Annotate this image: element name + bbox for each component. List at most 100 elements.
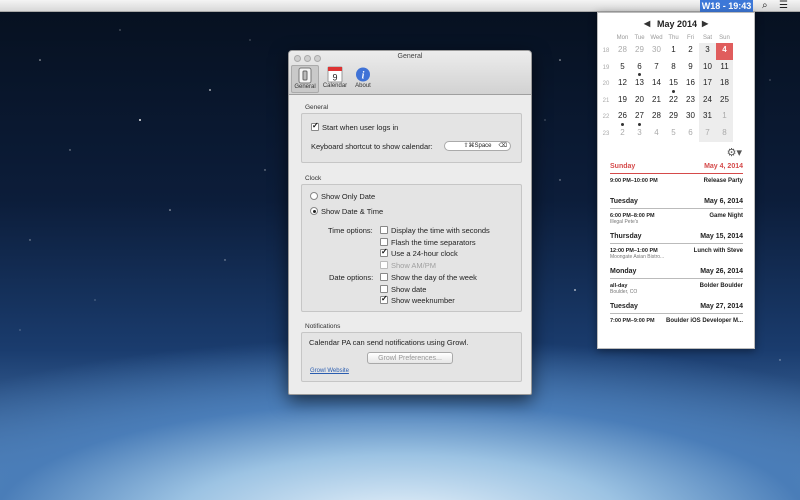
calendar-day-number: 12 <box>618 78 627 87</box>
calendar-day-cell[interactable]: 9 <box>682 60 699 77</box>
calendar-day-cell[interactable]: 30 <box>648 43 665 60</box>
week-number: 22 <box>602 114 610 120</box>
calendar-day-cell[interactable]: 15 <box>665 76 682 93</box>
calendar-day-cell[interactable]: 14 <box>648 76 665 93</box>
calendar-day-cell[interactable]: 2 <box>614 126 631 143</box>
event-weekday: Tuesday <box>610 198 638 205</box>
window-title: General <box>397 53 423 60</box>
event-name: Game Night <box>709 213 743 219</box>
option-checkbox[interactable]: Use a 24-hour clock <box>380 247 458 259</box>
search-icon[interactable]: ⌕ <box>762 1 768 11</box>
event-day-header: Sunday May 4, 2014 <box>610 163 743 174</box>
calendar-day-cell[interactable]: 2 <box>682 43 699 60</box>
weekday-header-row: Mon Tue Wed Thu Fri Sat Sun <box>598 33 756 43</box>
tab-about[interactable]: i About <box>349 65 377 93</box>
calendar-day-number: 17 <box>703 78 712 87</box>
calendar-day-cell[interactable]: 21 <box>648 93 665 110</box>
calendar-day-cell[interactable]: 16 <box>682 76 699 93</box>
calendar-day-cell[interactable]: 13 <box>631 76 648 93</box>
event-weekday: Thursday <box>610 233 642 240</box>
shortcut-value: ⇧⌘Space <box>463 143 492 149</box>
calendar-week-row: 23 2 3 4 5 6 7 8 <box>598 125 756 143</box>
calendar-day-number: 27 <box>635 111 644 120</box>
calendar-day-cell[interactable]: 24 <box>699 92 716 109</box>
calendar-day-cell[interactable]: 30 <box>682 109 699 126</box>
calendar-day-number: 31 <box>703 111 712 120</box>
calendar-day-cell[interactable]: 6 <box>682 126 699 143</box>
option-checkbox[interactable]: Show the day of the week <box>380 273 477 283</box>
calendar-day-cell[interactable]: 3 <box>699 43 716 60</box>
checkbox-box <box>311 121 319 131</box>
event-item[interactable]: all-day Boulder, CO Bolder Boulder <box>610 283 743 297</box>
calendar-day-cell[interactable]: 28 <box>614 43 631 60</box>
calendar-day-cell[interactable]: 12 <box>614 76 631 93</box>
next-month-arrow-icon[interactable]: ▶ <box>702 19 708 28</box>
option-checkbox[interactable]: Flash the time separators <box>380 237 476 248</box>
week-clock-menu-item[interactable]: W18 - 19:43 <box>700 0 753 12</box>
calendar-day-cell[interactable]: 8 <box>665 60 682 77</box>
growl-website-link[interactable]: Growl Website <box>310 368 349 374</box>
calendar-day-cell[interactable]: 26 <box>614 109 631 126</box>
calendar-grid: Mon Tue Wed Thu Fri Sat Sun 18 28 29 30 1 2 3 4… <box>598 33 756 142</box>
option-checkbox[interactable]: Display the time with seconds <box>380 226 490 236</box>
option-checkbox[interactable]: Show weeknumber <box>380 294 455 306</box>
calendar-day-cell[interactable]: 1 <box>716 109 733 126</box>
calendar-day-cell[interactable]: 27 <box>631 109 648 126</box>
calendar-icon-day: 9 <box>332 73 337 83</box>
show-only-date-radio[interactable]: Show Only Date <box>310 192 375 202</box>
clear-shortcut-icon[interactable]: ⌫ <box>499 142 507 151</box>
event-time-block: 6:00 PM–8:00 PM Illegal Pete's <box>610 213 655 227</box>
calendar-day-cell[interactable]: 22 <box>665 93 682 110</box>
calendar-day-cell[interactable]: 7 <box>699 125 716 142</box>
start-login-checkbox[interactable]: Start when user logs in <box>311 121 398 133</box>
calendar-day-number: 15 <box>669 78 678 87</box>
gear-icon[interactable]: ⚙▾ <box>727 146 742 159</box>
calendar-day-cell[interactable]: 28 <box>648 109 665 126</box>
calendar-day-cell[interactable]: 25 <box>716 92 733 109</box>
calendar-day-number: 8 <box>722 127 727 137</box>
event-time-block: 12:00 PM–1:00 PM Moongate Asian Bistro... <box>610 248 664 262</box>
calendar-day-cell[interactable]: 18 <box>716 76 733 93</box>
calendar-day-cell[interactable]: 3 <box>631 126 648 143</box>
calendar-day-cell[interactable]: 29 <box>631 43 648 60</box>
event-name: Bolder Boulder <box>699 283 743 289</box>
calendar-day-cell[interactable]: 6 <box>631 60 648 76</box>
option-checkbox[interactable]: Show date <box>380 284 426 295</box>
calendar-day-cell[interactable]: 29 <box>665 109 682 126</box>
event-item[interactable]: 9:00 PM–10:00 PM Release Party <box>610 178 743 192</box>
checkbox-box <box>380 294 388 304</box>
tab-calendar[interactable]: 9 Calendar <box>321 65 349 93</box>
calendar-day-cell[interactable]: 19 <box>614 93 631 110</box>
show-only-date-label: Show Only Date <box>321 192 376 201</box>
calendar-day-cell[interactable]: 11 <box>716 59 733 76</box>
calendar-day-cell[interactable]: 10 <box>699 59 716 76</box>
calendar-day-cell[interactable]: 20 <box>631 93 648 110</box>
event-location: Illegal Pete's <box>610 219 639 225</box>
calendar-day-cell[interactable]: 23 <box>682 93 699 110</box>
calendar-day-cell[interactable]: 4 <box>716 43 733 60</box>
event-item[interactable]: 6:00 PM–8:00 PM Illegal Pete's Game Night <box>610 213 743 227</box>
calendar-day-cell[interactable]: 17 <box>699 76 716 93</box>
calendar-day-cell[interactable]: 1 <box>665 43 682 60</box>
event-item[interactable]: 7:00 PM–9:00 PM Boulder iOS Developer M..… <box>610 318 743 332</box>
event-item[interactable]: 12:00 PM–1:00 PM Moongate Asian Bistro...… <box>610 248 743 262</box>
calendar-week-row: 22 26 27 28 29 30 31 1 <box>598 109 756 126</box>
tab-general[interactable]: General <box>291 65 319 93</box>
event-location: Boulder, CO <box>610 289 638 295</box>
calendar-day-cell[interactable]: 5 <box>614 60 631 77</box>
weekday-header: Mon <box>616 35 629 41</box>
growl-preferences-button[interactable]: Growl Preferences... <box>367 352 453 364</box>
shortcut-label: Keyboard shortcut to show calendar: <box>311 142 433 151</box>
calendar-day-cell[interactable]: 5 <box>665 126 682 143</box>
calendar-day-cell[interactable]: 8 <box>716 125 733 142</box>
list-icon[interactable]: ☰ <box>779 1 788 11</box>
calendar-day-cell[interactable]: 7 <box>648 60 665 77</box>
calendar-day-cell[interactable]: 31 <box>699 109 716 126</box>
event-day-header: Tuesday May 6, 2014 <box>610 198 743 209</box>
week-number: 19 <box>602 64 610 71</box>
shortcut-recorder-field[interactable]: ⇧⌘Space ⌫ <box>444 141 511 151</box>
calendar-day-number: 3 <box>705 45 710 54</box>
menu-bar: W18 - 19:43 ⌕ ☰ <box>0 0 800 12</box>
calendar-day-cell[interactable]: 4 <box>648 126 665 143</box>
show-date-time-radio[interactable]: Show Date & Time <box>310 207 383 217</box>
